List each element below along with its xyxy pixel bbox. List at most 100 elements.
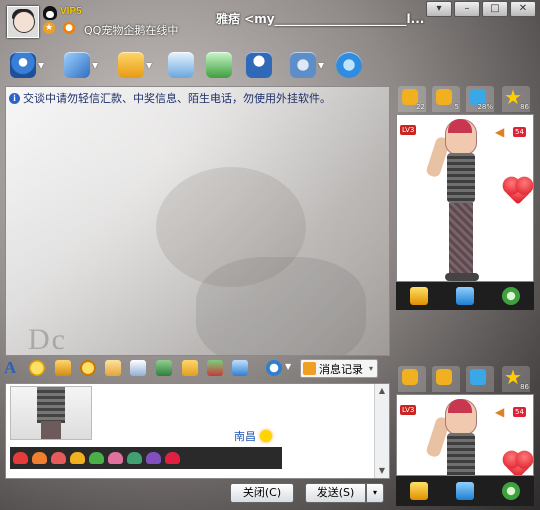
swap-icon[interactable] xyxy=(410,287,428,305)
voice-chat-button[interactable]: ▼ xyxy=(64,50,98,80)
info-icon: i xyxy=(9,92,20,104)
tab-star[interactable]: ★ 86 xyxy=(502,86,530,112)
figure-torso xyxy=(447,153,475,203)
toolbar: ▼ ▼ ▼ ▼ xyxy=(0,46,540,86)
message-area[interactable]: i 交谈中请勿轻信汇款、中奖信息、陌生电话，勿使用外挂软件。 Dc xyxy=(5,86,390,356)
gesture-icon[interactable] xyxy=(182,360,198,376)
gift-percent: 28% xyxy=(477,103,493,111)
qq-show-tabs-self: ★ 86 xyxy=(396,366,534,394)
minimize-button[interactable]: – xyxy=(454,1,480,17)
qq-show-tabs: 22 5 28% ★ 86 xyxy=(396,86,534,114)
gem-icon[interactable] xyxy=(108,452,123,464)
add-contact-icon xyxy=(206,52,232,78)
level-badge: LV3 xyxy=(400,405,417,415)
close-button[interactable]: 关闭(C) xyxy=(230,483,294,503)
menu-button[interactable]: ▾ xyxy=(426,1,452,17)
tab-gift[interactable] xyxy=(466,366,494,392)
tab-gift[interactable]: 28% xyxy=(466,86,494,112)
search-icon[interactable] xyxy=(266,360,282,376)
location-text: 南昌 xyxy=(234,430,256,443)
tab-star[interactable]: ★ 86 xyxy=(502,366,530,392)
gem-icon[interactable] xyxy=(89,452,104,464)
chevron-down-icon[interactable]: ▼ xyxy=(285,362,291,371)
chevron-down-icon[interactable]: ▼ xyxy=(38,61,44,70)
volume-badge: 54 xyxy=(513,127,526,137)
chevron-down-icon[interactable]: ▾ xyxy=(369,364,373,373)
vip-badge[interactable]: VIP5 xyxy=(60,6,82,17)
shake-window-icon[interactable] xyxy=(105,360,121,376)
settings-button[interactable]: ▼ xyxy=(290,50,324,80)
qq-show-figure-area[interactable]: LV3 54 ◀ xyxy=(396,114,534,282)
heart-icon[interactable] xyxy=(165,452,180,464)
security-notice-text: 交谈中请勿轻信汇款、中奖信息、陌生电话，勿使用外挂软件。 xyxy=(23,92,331,105)
send-email-button[interactable] xyxy=(168,50,194,80)
figure-shoes xyxy=(445,273,479,281)
input-scrollbar[interactable]: ▲ ▼ xyxy=(374,384,389,478)
gem-icon[interactable] xyxy=(32,452,47,464)
gem-icon[interactable] xyxy=(13,452,28,464)
maximize-button[interactable]: □ xyxy=(482,1,508,17)
qq-penguin-icon[interactable] xyxy=(43,6,57,20)
gem-icon[interactable] xyxy=(70,452,85,464)
star-icon[interactable]: ★ xyxy=(43,22,55,34)
tab-dislike[interactable] xyxy=(432,366,460,392)
magic-emoji-icon[interactable] xyxy=(55,360,71,376)
message-history-label: 消息记录 xyxy=(319,362,363,376)
shirt-icon[interactable] xyxy=(456,482,474,500)
thumbs-down-icon xyxy=(436,369,452,385)
gem-icon[interactable] xyxy=(127,452,142,464)
folder-arrow-icon xyxy=(118,52,144,78)
tab-like[interactable]: 22 xyxy=(398,86,426,112)
star-icon: ★ xyxy=(504,365,522,389)
gem-icon[interactable] xyxy=(51,452,66,464)
shirt-icon[interactable] xyxy=(456,287,474,305)
message-input[interactable]: 南昌 ▲ ▼ xyxy=(5,383,390,479)
qq-show-panel-self: ★ 86 LV3 54 ◀ xyxy=(396,366,534,506)
gift-icon[interactable] xyxy=(207,360,223,376)
avatar[interactable] xyxy=(7,6,39,38)
scroll-up-icon[interactable]: ▲ xyxy=(375,384,389,398)
swap-icon[interactable] xyxy=(410,482,428,500)
thumbnail-figure-body xyxy=(37,387,65,423)
format-toolbar: A ▼ 消息记录 ▾ xyxy=(0,356,390,380)
wink-icon[interactable] xyxy=(80,360,96,376)
like-count: 22 xyxy=(416,103,425,111)
send-file-button[interactable]: ▼ xyxy=(118,50,152,80)
video-call-button[interactable]: ▼ xyxy=(10,50,44,80)
add-contact-button[interactable] xyxy=(206,50,232,80)
send-button[interactable]: 发送(S) xyxy=(305,483,366,503)
image-icon[interactable] xyxy=(156,360,172,376)
refresh-icon[interactable] xyxy=(502,287,520,305)
gem-icon[interactable] xyxy=(146,452,161,464)
level-badge: LV3 xyxy=(400,125,417,135)
internet-button[interactable] xyxy=(336,50,362,80)
gem-badge-row xyxy=(10,447,282,469)
close-window-button[interactable]: ✕ xyxy=(510,1,536,17)
message-history-button[interactable]: 消息记录 ▾ xyxy=(300,359,379,378)
send-options-button[interactable]: ▾ xyxy=(366,483,384,503)
tab-dislike[interactable]: 5 xyxy=(432,86,460,112)
screenshot-icon[interactable] xyxy=(232,360,248,376)
heart-icon[interactable] xyxy=(505,453,531,475)
heart-icon[interactable] xyxy=(505,179,531,205)
tab-like[interactable] xyxy=(398,366,426,392)
scroll-down-icon[interactable]: ▼ xyxy=(375,464,389,478)
qq-show-actions-self xyxy=(396,476,534,506)
refresh-icon[interactable] xyxy=(502,482,520,500)
figure-torso xyxy=(447,433,475,475)
volume-badge: 54 xyxy=(513,407,526,417)
thumbnail-figure-legs xyxy=(41,421,61,439)
pet-icon[interactable]: ● xyxy=(63,22,75,34)
chevron-down-icon[interactable]: ▼ xyxy=(92,61,98,70)
chat-window: VIP5 ★ ● QQ宠物企鹅在线中 雅痞 <my_______________… xyxy=(0,0,540,510)
dislike-count: 5 xyxy=(454,103,459,111)
qq-show-figure-area-self[interactable]: LV3 54 ◀ xyxy=(396,394,534,476)
qq-show-button[interactable] xyxy=(246,50,272,80)
star-count: 86 xyxy=(520,383,529,391)
chevron-down-icon[interactable]: ▼ xyxy=(146,61,152,70)
font-button[interactable]: A xyxy=(4,358,16,378)
ie-icon xyxy=(336,52,362,78)
chevron-down-icon[interactable]: ▼ xyxy=(318,61,324,70)
emoji-icon[interactable] xyxy=(29,360,45,376)
handwriting-icon[interactable] xyxy=(130,360,146,376)
